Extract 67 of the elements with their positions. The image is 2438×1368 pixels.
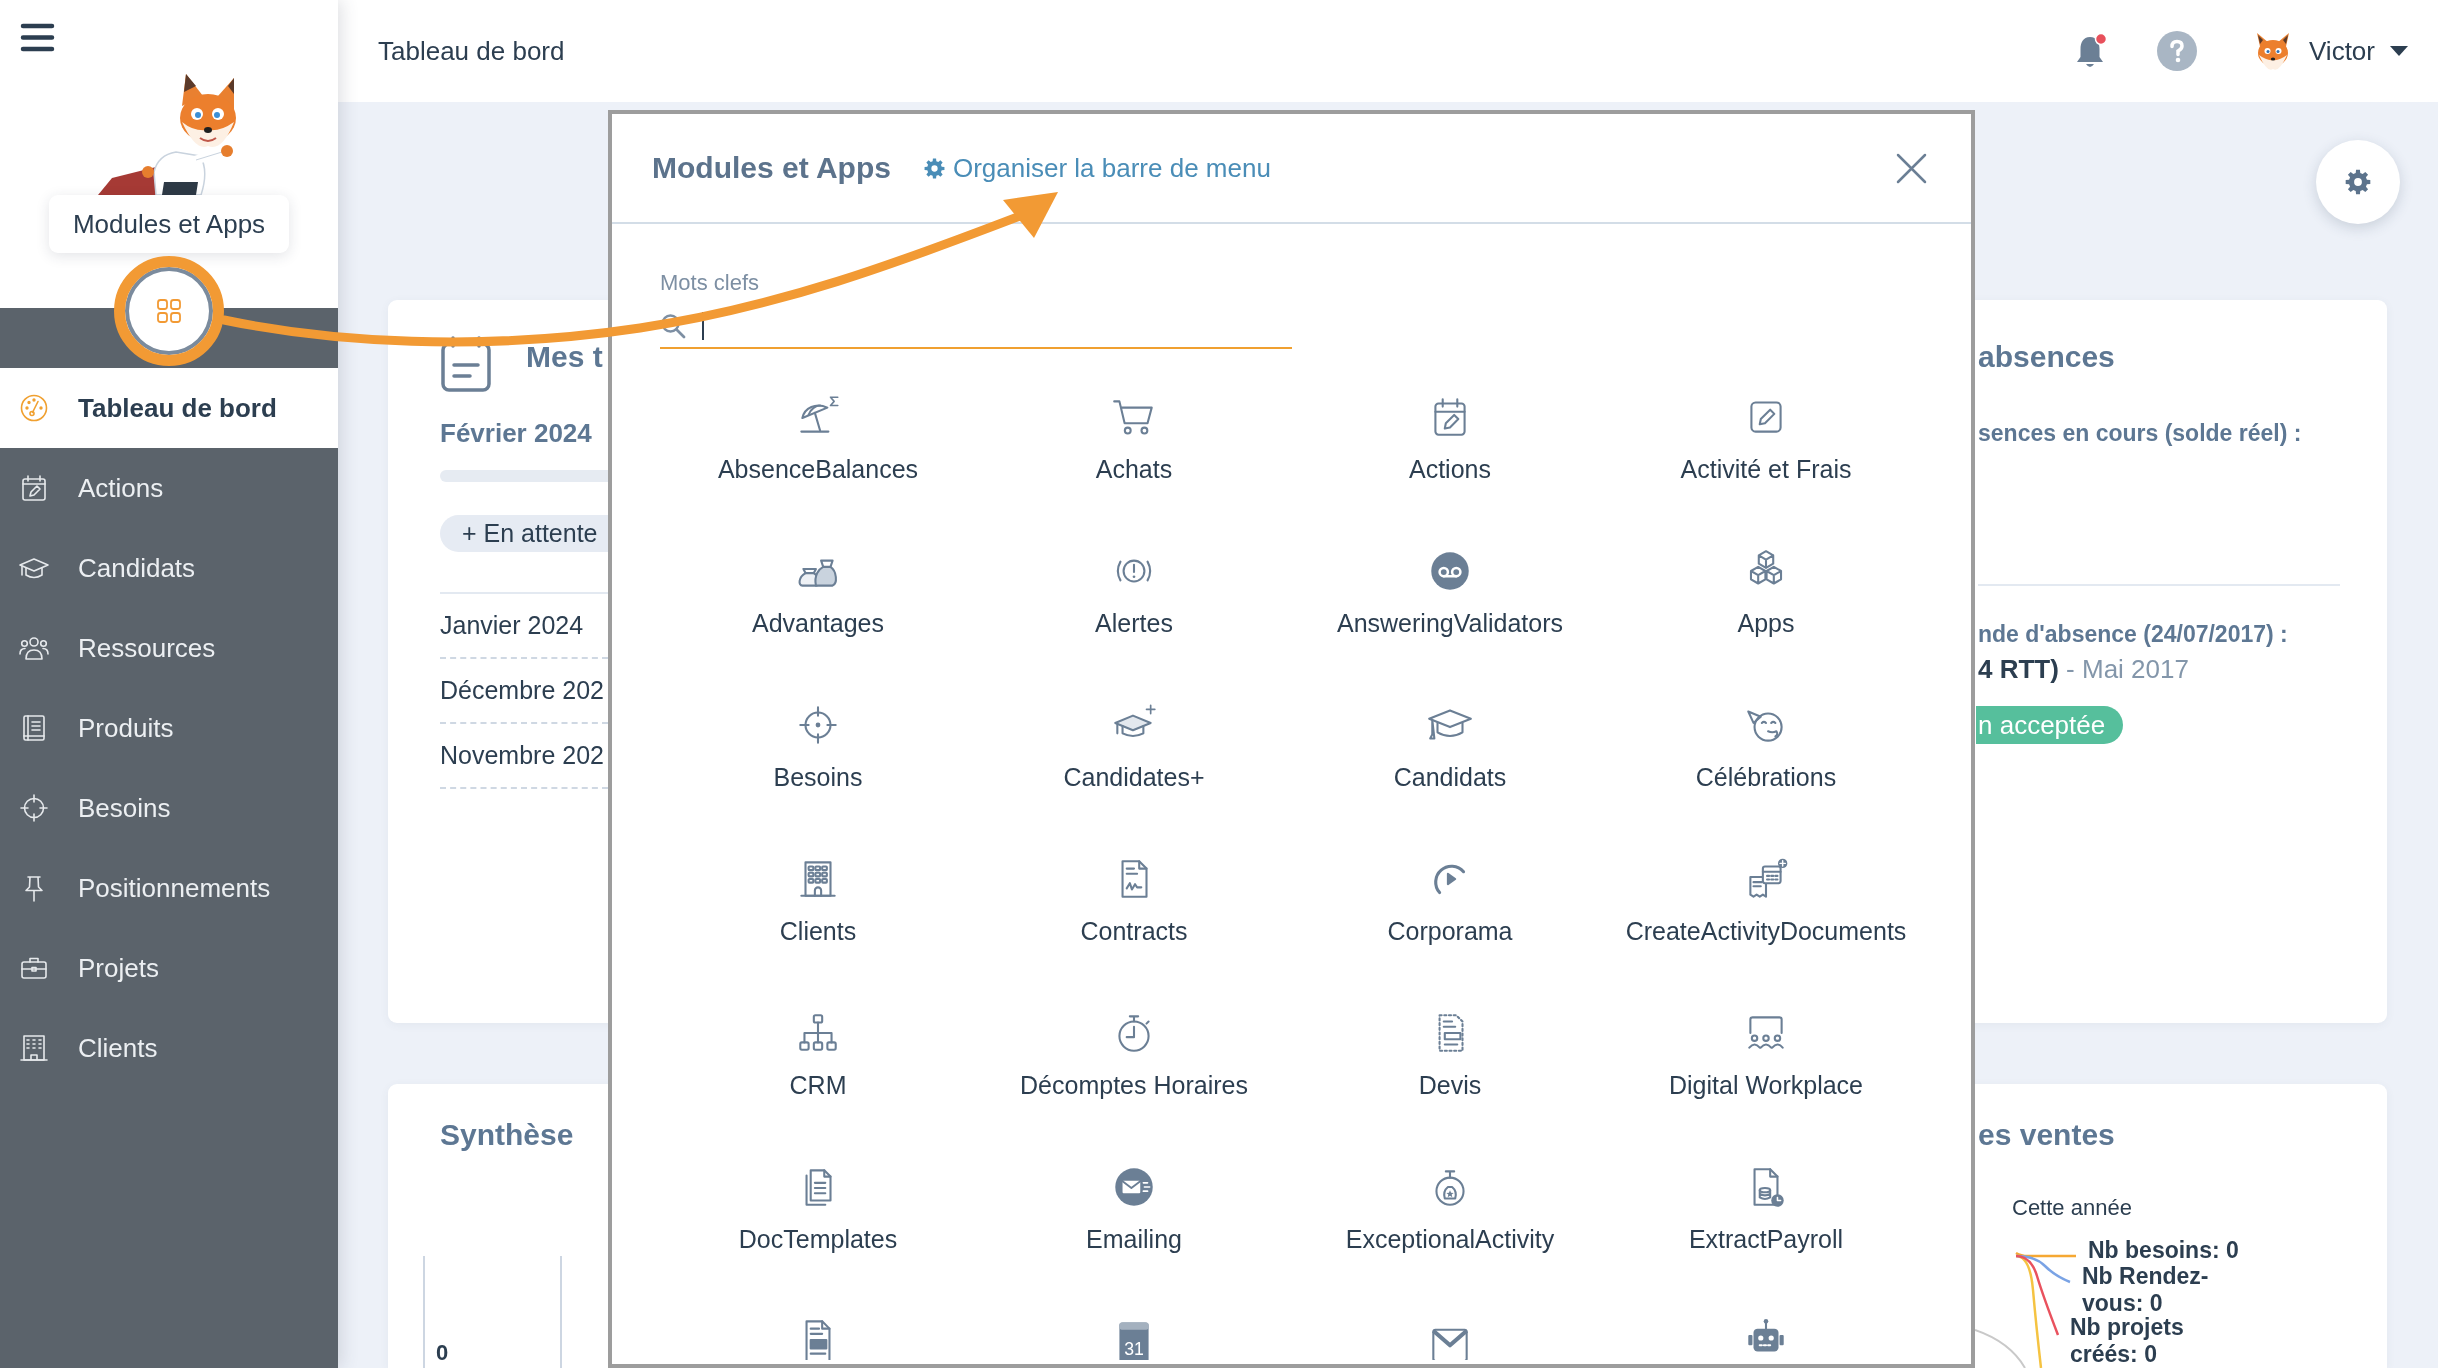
gauge-icon: [18, 392, 50, 424]
module-tile[interactable]: Activité et Frais: [1608, 392, 1924, 484]
dialog-title: Modules et Apps: [652, 151, 891, 185]
chart-label: Nb besoins: 0: [2088, 1237, 2239, 1264]
month-title: Février 2024: [440, 417, 592, 450]
module-tile[interactable]: AnsweringValidators: [1292, 546, 1608, 638]
module-tile[interactable]: Apps: [1608, 546, 1924, 638]
module-tile[interactable]: Corporama: [1292, 854, 1608, 946]
module-tile[interactable]: Candidats: [1292, 700, 1608, 792]
bell-icon[interactable]: [2074, 32, 2108, 70]
nav-item[interactable]: Besoins: [0, 768, 338, 848]
card-title: absences: [1978, 340, 2115, 374]
chart-label: Nb projets créés: 0: [2070, 1314, 2185, 1368]
module-tile[interactable]: Actions: [1292, 392, 1608, 484]
nav-item[interactable]: Clients: [0, 1008, 338, 1088]
summary-text: sences en cours (solde réel) :: [1978, 419, 2302, 448]
grid-icon: [156, 298, 182, 324]
close-icon[interactable]: [1895, 151, 1928, 185]
module-tile[interactable]: Alertes: [976, 546, 1292, 638]
module-tile[interactable]: AbsenceBalances: [660, 392, 976, 484]
nav-item[interactable]: Tableau de bord: [0, 368, 338, 448]
module-tile[interactable]: Décomptes Horaires: [976, 1008, 1292, 1100]
nav-item[interactable]: Positionnements: [0, 848, 338, 928]
axis-label: 0: [436, 1340, 449, 1366]
request-title: nde d'absence (24/07/2017) :: [1978, 620, 2288, 649]
module-tile[interactable]: Besoins: [660, 700, 976, 792]
nav-item[interactable]: Actions: [0, 448, 338, 528]
calendar-icon: [440, 335, 492, 393]
request-detail: 4 RTT) - Mai 2017: [1978, 654, 2189, 684]
status-badge: n acceptée: [1976, 706, 2124, 744]
module-tile[interactable]: ExtractPayroll: [1608, 1162, 1924, 1254]
nav-item[interactable]: Candidats: [0, 528, 338, 608]
chart-caption: Cette année: [2012, 1195, 2132, 1221]
module-tile[interactable]: CRM: [660, 1008, 976, 1100]
menu-icon[interactable]: [20, 23, 55, 52]
caret-icon: [2390, 46, 2408, 56]
card-title: Mes t: [526, 340, 603, 374]
user-menu[interactable]: Victor: [2251, 29, 2408, 73]
crosshair-icon: [18, 792, 50, 824]
settings-icon: [2345, 169, 2371, 195]
pie-chart-drawing: [1975, 1329, 2026, 1368]
module-tile[interactable]: Emailing: [976, 1162, 1292, 1254]
module-tile[interactable]: Candidates+: [976, 700, 1292, 792]
settings-icon: [923, 157, 945, 179]
module-tile[interactable]: Célébrations: [1608, 700, 1924, 792]
nav-item[interactable]: Projets: [0, 928, 338, 1008]
module-tile[interactable]: Digital Workplace: [1608, 1008, 1924, 1100]
building-icon: [18, 1032, 50, 1064]
settings-button[interactable]: [2316, 140, 2400, 224]
module-tile[interactable]: Devis: [1292, 1008, 1608, 1100]
module-tile[interactable]: Contracts: [976, 854, 1292, 946]
chart-label: Nb Rendez-vous: 0: [2082, 1263, 2210, 1317]
nav-item[interactable]: Produits: [0, 688, 338, 768]
card-title: Synthèse: [440, 1118, 574, 1152]
pending-filter-button[interactable]: + En attente: [440, 515, 608, 552]
module-tile[interactable]: DocTemplates: [660, 1162, 976, 1254]
module-tile[interactable]: CreateActivityDocuments: [1608, 854, 1924, 946]
module-tile[interactable]: Advantages: [660, 546, 976, 638]
module-tile[interactable]: ExceptionalActivity: [1292, 1162, 1608, 1254]
search-icon: [660, 313, 686, 339]
field-label: Mots clefs: [660, 270, 761, 296]
organize-link[interactable]: Organiser la barre de menu: [923, 152, 1271, 184]
nav-item[interactable]: Ressources: [0, 608, 338, 688]
module-tile[interactable]: Clients: [660, 854, 976, 946]
card-title: es ventes: [1978, 1118, 2115, 1152]
module-tile[interactable]: Achats: [976, 392, 1292, 484]
page-title: Tableau de bord: [378, 35, 565, 67]
